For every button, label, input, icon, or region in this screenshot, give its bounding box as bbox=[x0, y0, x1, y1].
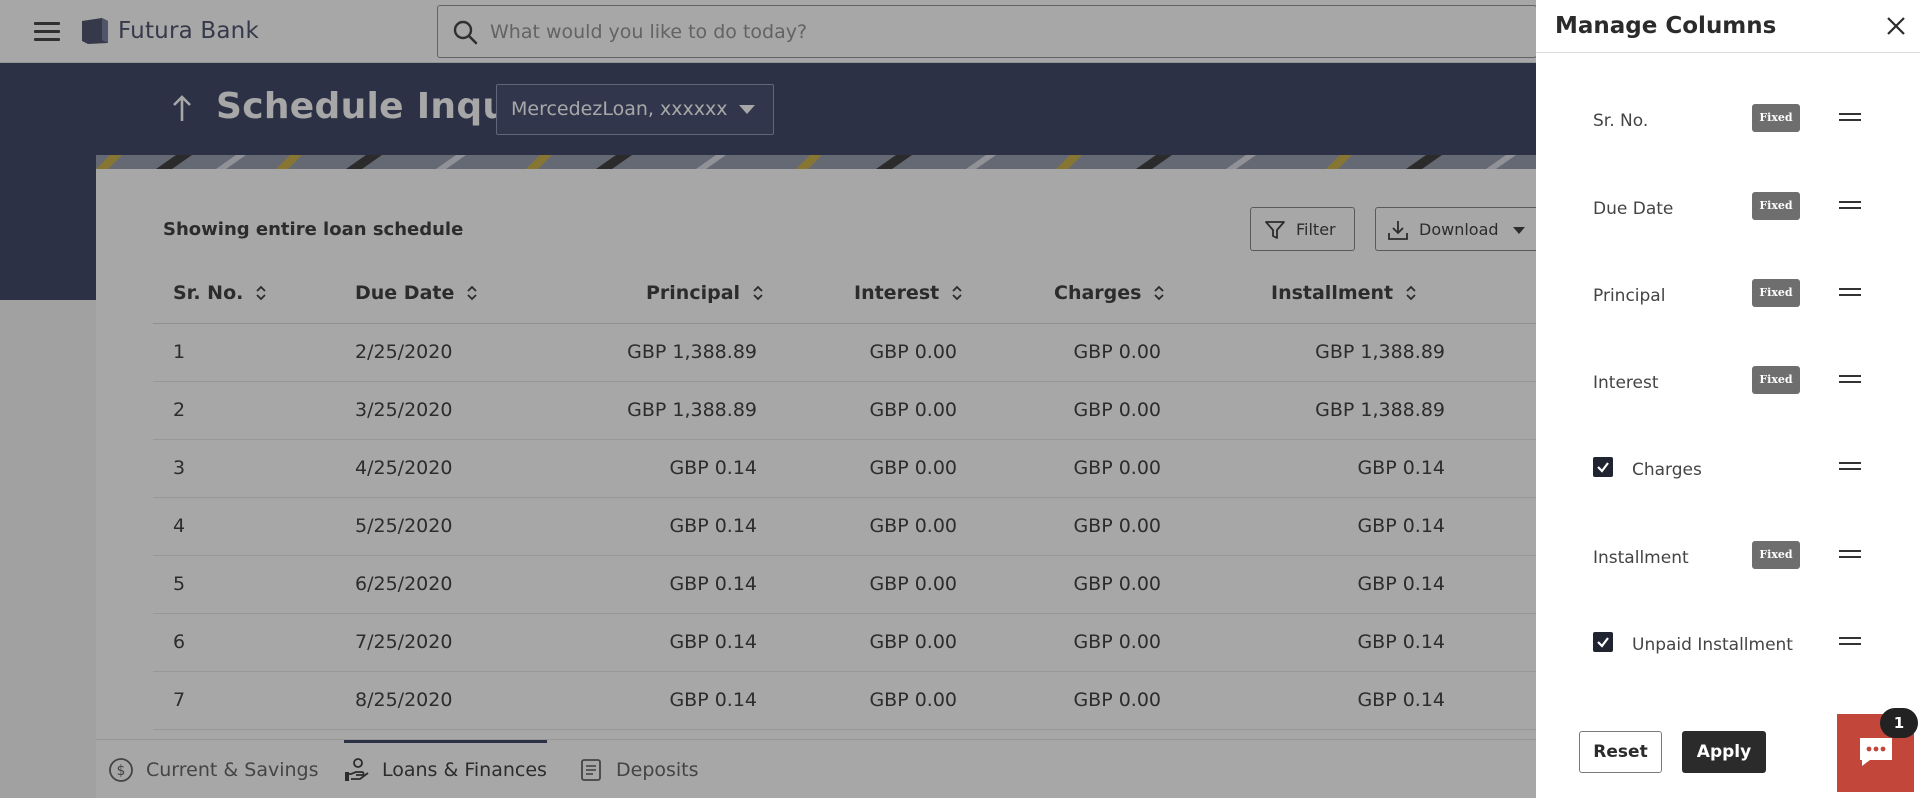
chat-icon bbox=[1860, 738, 1892, 766]
fixed-badge: Fixed bbox=[1752, 279, 1800, 307]
unpaid-installment-checkbox[interactable] bbox=[1593, 632, 1613, 652]
column-option-sr-no[interactable]: Sr. No. Fixed bbox=[1536, 92, 1920, 152]
drag-handle-icon[interactable] bbox=[1839, 287, 1861, 297]
modal-overlay[interactable] bbox=[0, 0, 1536, 798]
apply-button[interactable]: Apply bbox=[1682, 731, 1766, 773]
column-option-label: Interest bbox=[1593, 373, 1659, 393]
reset-button[interactable]: Reset bbox=[1579, 731, 1662, 773]
column-option-label: Charges bbox=[1632, 460, 1702, 480]
drag-handle-icon[interactable] bbox=[1839, 636, 1861, 646]
column-option-label: Sr. No. bbox=[1593, 111, 1649, 131]
fixed-badge: Fixed bbox=[1752, 541, 1800, 569]
column-option-charges[interactable]: Charges bbox=[1536, 441, 1920, 501]
fixed-badge: Fixed bbox=[1752, 104, 1800, 132]
column-option-label: Due Date bbox=[1593, 199, 1674, 219]
check-icon bbox=[1597, 462, 1609, 473]
drag-handle-icon[interactable] bbox=[1839, 461, 1861, 471]
column-option-interest[interactable]: Interest Fixed bbox=[1536, 354, 1920, 414]
close-icon[interactable] bbox=[1885, 15, 1907, 37]
drag-handle-icon[interactable] bbox=[1839, 200, 1861, 210]
column-option-installment[interactable]: Installment Fixed bbox=[1536, 529, 1920, 589]
column-option-label: Principal bbox=[1593, 286, 1666, 306]
manage-columns-panel: Manage Columns Sr. No. Fixed Due Date Fi… bbox=[1536, 0, 1920, 798]
check-icon bbox=[1597, 637, 1609, 648]
drag-handle-icon[interactable] bbox=[1839, 374, 1861, 384]
drag-handle-icon[interactable] bbox=[1839, 112, 1861, 122]
drag-handle-icon[interactable] bbox=[1839, 549, 1861, 559]
panel-header: Manage Columns bbox=[1536, 0, 1920, 53]
column-option-due-date[interactable]: Due Date Fixed bbox=[1536, 180, 1920, 240]
panel-title: Manage Columns bbox=[1555, 13, 1777, 39]
fixed-badge: Fixed bbox=[1752, 192, 1800, 220]
column-option-principal[interactable]: Principal Fixed bbox=[1536, 267, 1920, 327]
column-option-unpaid-installment[interactable]: Unpaid Installment bbox=[1536, 616, 1920, 676]
chat-notification-badge: 1 bbox=[1880, 708, 1918, 738]
fixed-badge: Fixed bbox=[1752, 366, 1800, 394]
column-option-label: Installment bbox=[1593, 548, 1689, 568]
column-option-label: Unpaid Installment bbox=[1632, 635, 1793, 655]
charges-checkbox[interactable] bbox=[1593, 457, 1613, 477]
